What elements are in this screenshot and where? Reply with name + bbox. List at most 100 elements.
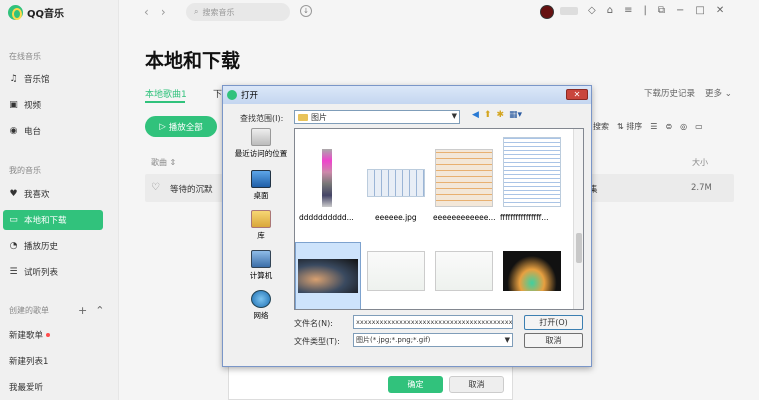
list-view-icon[interactable]: ☰ bbox=[650, 122, 657, 131]
places-bar: 最近访问的位置 桌面 库 计算机 网络 bbox=[230, 128, 292, 362]
desktop-icon bbox=[251, 170, 271, 188]
monitor-icon: ▭ bbox=[9, 214, 18, 225]
sidebar-item-radio[interactable]: ◉ 电台 bbox=[3, 121, 103, 141]
voice-search-icon[interactable]: ↓ bbox=[300, 5, 312, 17]
file-thumbnail[interactable] bbox=[503, 137, 561, 207]
recent-places-icon bbox=[251, 128, 271, 146]
look-in-label: 查找范围(I): bbox=[240, 114, 284, 123]
history-icon: ◔ bbox=[9, 240, 18, 251]
mini-mode-icon[interactable]: ⧉ bbox=[658, 5, 665, 16]
view-menu-icon[interactable]: ▦▾ bbox=[509, 110, 522, 120]
file-name-input[interactable]: xxxxxxxxxxxxxxxxxxxxxxxxxxxxxxxxxxxxxxxx… bbox=[353, 315, 513, 329]
file-thumbnail[interactable] bbox=[367, 251, 425, 291]
scrollbar[interactable] bbox=[573, 129, 583, 309]
dialog-title: 打开 bbox=[241, 91, 259, 101]
sidebar-item-favorites[interactable]: ♥ 我喜欢 bbox=[3, 184, 103, 204]
sort-icon: ⇅ bbox=[617, 122, 624, 131]
panel-cancel-button[interactable]: 取消 bbox=[449, 376, 504, 393]
file-thumbnail[interactable] bbox=[322, 149, 332, 207]
refresh-icon[interactable]: ◎ bbox=[680, 122, 687, 131]
open-file-dialog: 打开 ✕ 查找范围(I): 图片 ▼ ◀ ⬆ ✱ ▦▾ 最近访问的位置 桌面 库… bbox=[222, 85, 592, 367]
place-computer[interactable]: 计算机 bbox=[230, 250, 292, 281]
menu-icon[interactable]: ≡ bbox=[624, 5, 632, 16]
forward-arrow-icon[interactable]: › bbox=[161, 5, 166, 19]
scroll-thumb[interactable] bbox=[576, 233, 582, 263]
search-icon: ⌕ bbox=[194, 7, 199, 16]
file-type-label: 文件类型(T): bbox=[294, 337, 340, 346]
list-icon: ☰ bbox=[9, 266, 18, 277]
sidebar-item-label: 本地和下载 bbox=[24, 216, 67, 226]
dialog-titlebar[interactable]: 打开 ✕ bbox=[223, 86, 591, 104]
like-heart-icon[interactable]: ♡ bbox=[151, 182, 160, 193]
folder-icon bbox=[298, 113, 308, 121]
sidebar-item-local-download[interactable]: ▭ 本地和下载 bbox=[3, 210, 103, 230]
search-input[interactable]: ⌕ 搜索音乐 bbox=[186, 3, 290, 21]
skin-icon[interactable]: ⌂ bbox=[607, 5, 613, 16]
file-thumbnail[interactable] bbox=[503, 251, 561, 291]
minimize-icon[interactable]: − bbox=[676, 5, 684, 16]
place-recent[interactable]: 最近访问的位置 bbox=[230, 128, 292, 159]
app-logo[interactable]: QQ音乐 bbox=[8, 5, 64, 20]
app-icon bbox=[227, 90, 237, 100]
file-thumbnail[interactable] bbox=[435, 251, 493, 291]
file-list[interactable]: dddddddddd... eeeeee.jpg eeeeeeeeeeee...… bbox=[294, 128, 584, 310]
file-name: eeeeee.jpg bbox=[375, 213, 417, 222]
play-all-button[interactable]: ▷ 播放全部 bbox=[145, 116, 217, 137]
username-blurred[interactable] bbox=[560, 7, 578, 15]
avatar[interactable] bbox=[540, 5, 554, 19]
computer-icon bbox=[251, 250, 271, 268]
more-link[interactable]: 更多 ⌄ bbox=[705, 87, 732, 99]
back-icon[interactable]: ◀ bbox=[472, 110, 479, 120]
folder-icon[interactable]: ▭ bbox=[695, 122, 703, 131]
column-header-song[interactable]: 歌曲 ⇕ bbox=[151, 157, 176, 168]
file-thumbnail[interactable] bbox=[298, 259, 358, 293]
close-icon[interactable]: ✕ bbox=[716, 5, 724, 16]
sort-button[interactable]: ⇅ 排序 bbox=[617, 121, 642, 132]
sidebar-item-history[interactable]: ◔ 播放历史 bbox=[3, 236, 103, 256]
up-folder-icon[interactable]: ⬆ bbox=[484, 110, 492, 120]
tab-local-songs[interactable]: 本地歌曲1 bbox=[145, 87, 187, 100]
file-name: eeeeeeeeeeee... bbox=[433, 213, 496, 222]
vip-icon[interactable]: ◇ bbox=[588, 5, 596, 16]
add-playlist-icon[interactable]: + bbox=[78, 304, 87, 317]
open-button[interactable]: 打开(O) bbox=[524, 315, 583, 330]
maximize-icon[interactable]: □ bbox=[695, 5, 704, 16]
close-icon[interactable]: ✕ bbox=[566, 89, 588, 100]
library-icon bbox=[251, 210, 271, 228]
search-placeholder: 搜索音乐 bbox=[202, 7, 235, 17]
look-in-select[interactable]: 图片 ▼ bbox=[294, 110, 460, 124]
sidebar-item-video[interactable]: ▣ 视频 bbox=[3, 95, 103, 115]
network-icon bbox=[251, 290, 271, 308]
topbar: ‹ › ⌕ 搜索音乐 ↓ ◇ ⌂ ≡ | ⧉ − □ ✕ bbox=[120, 0, 759, 26]
download-history-link[interactable]: 下载历史记录 bbox=[644, 87, 695, 99]
video-icon: ▣ bbox=[9, 99, 18, 110]
file-name: ffffffffffffffff... bbox=[500, 213, 549, 222]
collapse-icon[interactable]: ⌃ bbox=[95, 304, 104, 317]
file-type-select[interactable]: 图片(*.jpg;*.png;*.gif) ▼ bbox=[353, 333, 513, 347]
new-folder-icon[interactable]: ✱ bbox=[496, 110, 504, 120]
file-thumbnail[interactable] bbox=[435, 149, 493, 207]
place-network[interactable]: 网络 bbox=[230, 290, 292, 321]
playlist-item[interactable]: 我最爱听 bbox=[9, 381, 43, 393]
import-icon[interactable]: ⊜ bbox=[665, 122, 672, 131]
tab-downloads[interactable]: 下 bbox=[213, 87, 222, 100]
sidebar-item-label: 音乐馆 bbox=[24, 75, 50, 85]
dropdown-arrow-icon: ▼ bbox=[504, 336, 510, 344]
sidebar-item-label: 试听列表 bbox=[24, 268, 59, 278]
section-title-created: 创建的歌单 bbox=[9, 306, 49, 315]
playlist-item[interactable]: 新建歌单 bbox=[9, 329, 51, 341]
dropdown-arrow-icon: ▼ bbox=[451, 112, 457, 120]
back-arrow-icon[interactable]: ‹ bbox=[144, 5, 149, 19]
confirm-button[interactable]: 确定 bbox=[388, 376, 443, 393]
file-thumbnail[interactable] bbox=[367, 169, 425, 197]
cancel-button[interactable]: 取消 bbox=[524, 333, 583, 348]
right-links: 下载历史记录 更多 ⌄ bbox=[644, 87, 732, 99]
column-header-size[interactable]: 大小 bbox=[692, 157, 708, 168]
section-title-online: 在线音乐 bbox=[9, 52, 41, 61]
place-library[interactable]: 库 bbox=[230, 210, 292, 241]
sidebar-item-label: 播放历史 bbox=[24, 242, 59, 252]
sidebar-item-music-hall[interactable]: ♫ 音乐馆 bbox=[3, 69, 103, 89]
sidebar-item-trial-list[interactable]: ☰ 试听列表 bbox=[3, 262, 103, 282]
playlist-item[interactable]: 新建列表1 bbox=[9, 355, 48, 367]
place-desktop[interactable]: 桌面 bbox=[230, 170, 292, 201]
